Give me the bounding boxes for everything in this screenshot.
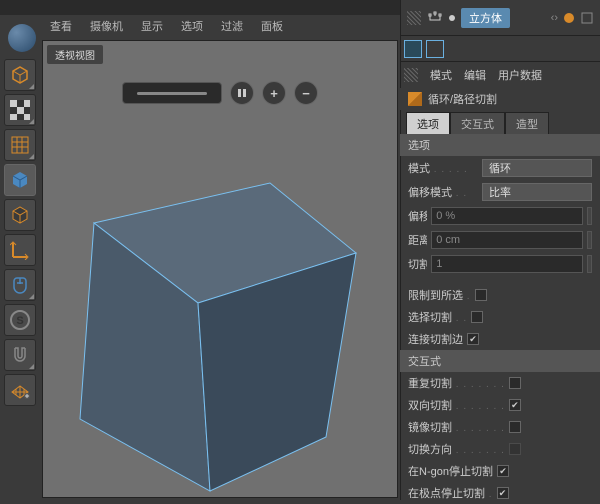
tool-axis[interactable] — [4, 234, 36, 266]
distance-input[interactable] — [431, 231, 583, 249]
cuts-input[interactable] — [431, 255, 583, 273]
ngon-stop-checkbox[interactable]: ✔ — [497, 465, 509, 477]
spinner[interactable] — [587, 255, 592, 273]
dot-icon — [449, 15, 455, 21]
prop-cuts: 切割数量 . . — [400, 252, 600, 276]
prop-pole-stop: 在极点停止切割 . ✔ — [400, 482, 600, 504]
prop-offset-mode: 偏移模式 . . 比率 — [400, 180, 600, 204]
prop-offset: 偏移 . . . . . — [400, 204, 600, 228]
tool-grid[interactable] — [4, 129, 36, 161]
prop-connect-edges: 连接切割边 ✔ — [400, 328, 600, 350]
prop-bidir-cut: 双向切割 . . . . . . . ✔ — [400, 394, 600, 416]
hud-plus[interactable]: + — [262, 81, 286, 105]
tool-mouse[interactable] — [4, 269, 36, 301]
tool-cube-solid[interactable] — [4, 164, 36, 196]
prop-switch-dir: 切换方向 . . . . . . . — [400, 438, 600, 460]
hud-minus[interactable]: − — [294, 81, 318, 105]
prop-repeat-cut: 重复切割 . . . . . . . — [400, 372, 600, 394]
menu-filter[interactable]: 过滤 — [221, 18, 243, 34]
repeat-cut-checkbox[interactable] — [509, 377, 521, 389]
chevron-icon[interactable]: ‹› — [551, 12, 558, 24]
connect-edges-checkbox[interactable]: ✔ — [467, 333, 479, 345]
viewport[interactable]: 透视视图 + − — [42, 40, 398, 498]
tool-checker[interactable] — [4, 94, 36, 126]
grip-icon — [407, 11, 421, 25]
tool-icon — [408, 92, 422, 106]
prop-select-cut: 选择切割 . . — [400, 306, 600, 328]
viewport-hud: + − — [122, 81, 318, 105]
filter-1[interactable] — [404, 40, 422, 58]
offset-input[interactable] — [431, 207, 583, 225]
hud-pause[interactable] — [230, 81, 254, 105]
menu-display[interactable]: 显示 — [141, 18, 163, 34]
orange-dot-icon[interactable] — [564, 13, 574, 23]
earth-icon[interactable] — [8, 24, 36, 52]
spinner[interactable] — [587, 207, 592, 225]
attr-mode[interactable]: 模式 — [430, 67, 452, 83]
menu-camera[interactable]: 摄像机 — [90, 18, 123, 34]
prop-mode: 模式 . . . . . 循环 — [400, 156, 600, 180]
select-cut-checkbox[interactable] — [471, 311, 483, 323]
attr-edit[interactable]: 编辑 — [464, 67, 486, 83]
object-name[interactable]: 立方体 — [461, 8, 510, 28]
prop-distance: 距离 . . . . . — [400, 228, 600, 252]
properties-list: 选项 模式 . . . . . 循环 偏移模式 . . 比率 偏移 . . . … — [400, 134, 600, 504]
timeline-slider[interactable] — [122, 82, 222, 104]
mirror-cut-checkbox[interactable] — [509, 421, 521, 433]
attr-userdata[interactable]: 用户数据 — [498, 67, 542, 83]
section-options: 选项 — [400, 134, 600, 156]
tool-magnet[interactable] — [4, 339, 36, 371]
display-filter-row — [400, 36, 600, 62]
filter-2[interactable] — [426, 40, 444, 58]
pole-stop-checkbox[interactable]: ✔ — [497, 487, 509, 499]
attr-menu: 模式 编辑 用户数据 — [400, 64, 600, 86]
tab-interactive[interactable]: 交互式 — [450, 112, 505, 136]
prop-ngon-stop: 在N-gon停止切割 ✔ — [400, 460, 600, 482]
switch-dir-checkbox[interactable] — [509, 443, 521, 455]
bidir-cut-checkbox[interactable]: ✔ — [509, 399, 521, 411]
menu-panel[interactable]: 面板 — [261, 18, 283, 34]
attr-title-row: 循环/路径切割 — [400, 88, 600, 110]
tool-cube[interactable] — [4, 59, 36, 91]
hierarchy-icon[interactable] — [427, 10, 443, 26]
cube-mesh[interactable] — [58, 141, 388, 501]
tab-options[interactable]: 选项 — [406, 112, 450, 136]
section-interactive: 交互式 — [400, 350, 600, 372]
prop-limit-sel: 限制到所选 . — [400, 284, 600, 306]
tool-plane[interactable] — [4, 374, 36, 406]
viewport-menu: 查看 摄像机 显示 选项 过滤 面板 — [40, 15, 400, 37]
tag-icon[interactable] — [580, 11, 594, 25]
menu-view[interactable]: 查看 — [50, 18, 72, 34]
top-ribbon — [0, 0, 400, 15]
sub-tabs: 选项 交互式 造型 — [406, 112, 549, 136]
offset-mode-dropdown[interactable]: 比率 — [482, 183, 592, 201]
grip-icon — [404, 68, 418, 82]
attr-title: 循环/路径切割 — [428, 91, 497, 107]
prop-mirror-cut: 镜像切割 . . . . . . . — [400, 416, 600, 438]
menu-options[interactable]: 选项 — [181, 18, 203, 34]
tool-snap[interactable]: S — [4, 304, 36, 336]
limit-sel-checkbox[interactable] — [475, 289, 487, 301]
tab-shape[interactable]: 造型 — [505, 112, 549, 136]
mode-dropdown[interactable]: 循环 — [482, 159, 592, 177]
svg-text:S: S — [16, 315, 23, 327]
spinner[interactable] — [587, 231, 592, 249]
object-manager-header: 立方体 ‹› — [401, 0, 600, 36]
tool-cube2[interactable] — [4, 199, 36, 231]
left-toolbar: S — [0, 15, 40, 500]
viewport-label: 透视视图 — [47, 45, 103, 64]
